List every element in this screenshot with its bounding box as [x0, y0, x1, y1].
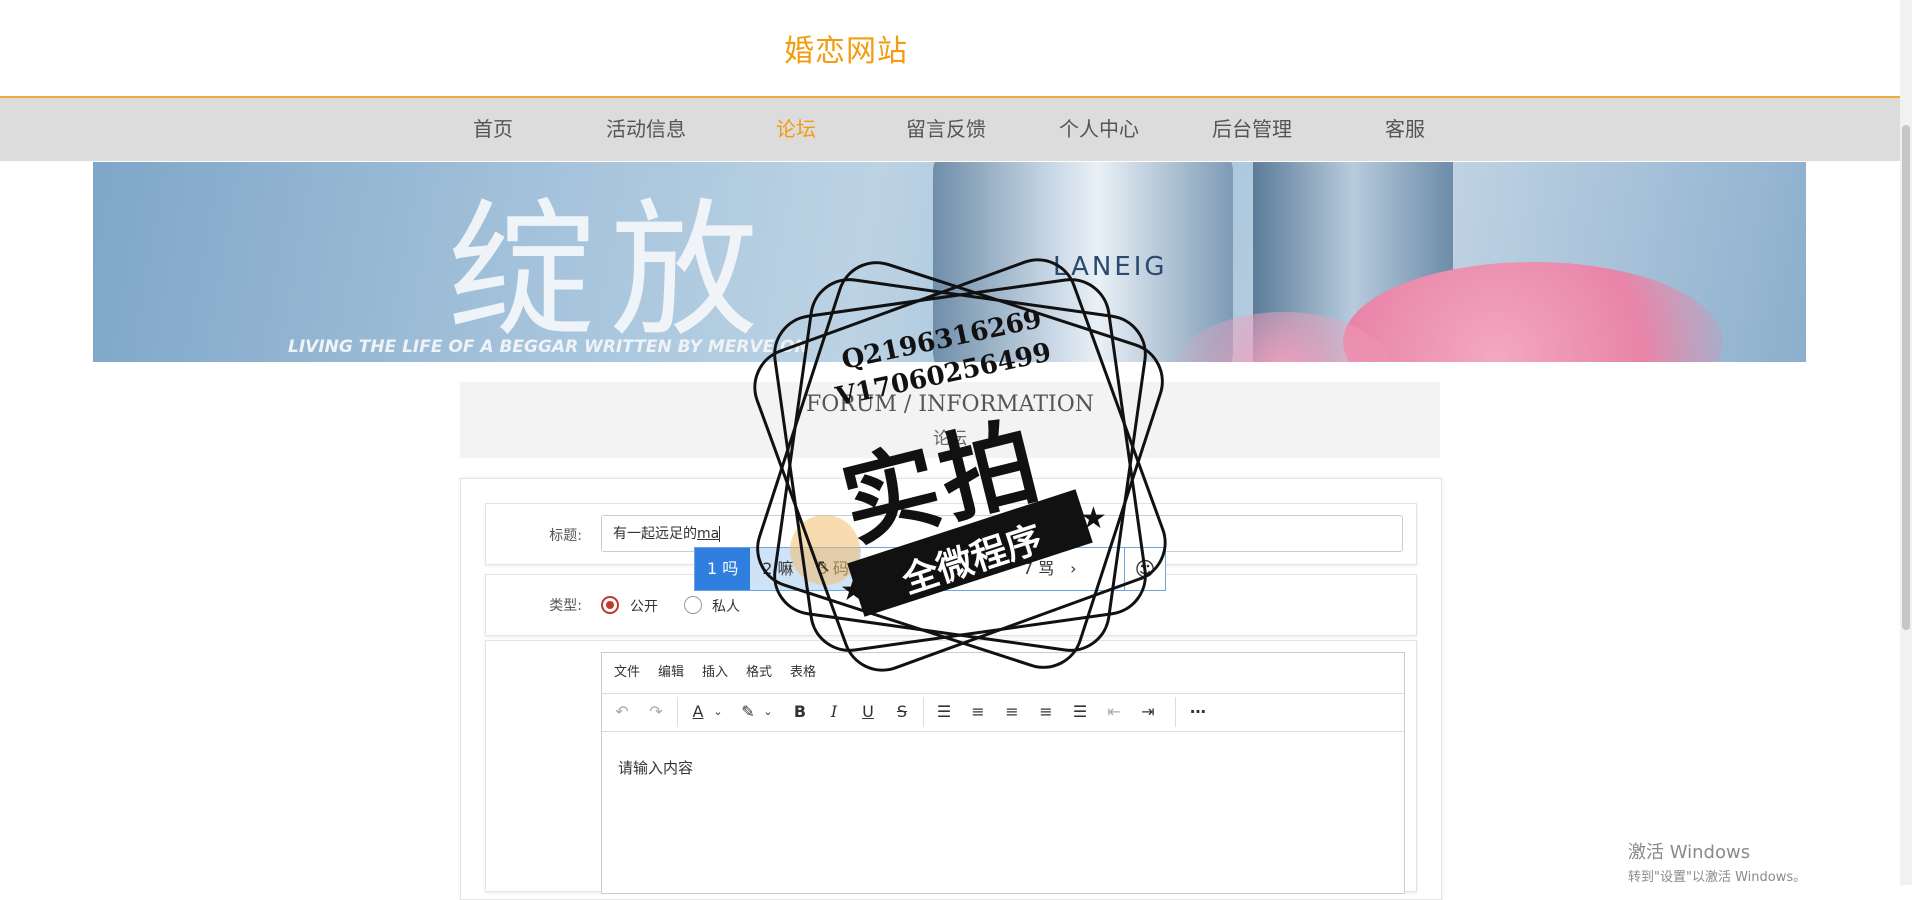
mouse-cursor-icon: ↖	[816, 556, 832, 577]
indent-icon[interactable]: ⇥	[1135, 693, 1161, 731]
banner-product-label: LANEIG	[1053, 252, 1168, 282]
radio-private[interactable]	[684, 596, 702, 614]
nav-item-activities[interactable]: 活动信息	[606, 98, 686, 161]
ime-candidate[interactable]: 7 骂	[1011, 548, 1066, 590]
radio-public[interactable]	[601, 596, 619, 614]
editor-toolbar: ↶ ↷ A ⌄ ✎ ⌄ B I U S ☰ ≡ ≡ ≡ ☰ ⇤ ⇥ ⋯	[602, 693, 1404, 732]
radio-public-label[interactable]: 公开	[630, 596, 658, 616]
underline-icon[interactable]: U	[855, 693, 881, 731]
site-title: 婚恋网站	[784, 34, 908, 69]
redo-icon[interactable]: ↷	[643, 693, 669, 731]
hero-banner: 绽放 LANEIG LIVING THE LIFE OF A BEGGAR WR…	[93, 162, 1806, 362]
section-header: FORUM / INFORMATION 论坛	[460, 382, 1440, 458]
ime-candidate-bar: 1 吗 2 嘛 3 码 7 骂 › ☺	[694, 547, 1166, 591]
windows-activation-watermark: 激活 Windows 转到"设置"以激活 Windows。	[1628, 838, 1806, 885]
menu-edit[interactable]: 编辑	[658, 653, 684, 693]
more-icon[interactable]: ⋯	[1185, 693, 1211, 731]
nav-item-support[interactable]: 客服	[1385, 98, 1425, 161]
type-label: 类型:	[549, 598, 582, 614]
emoji-icon[interactable]: ☺	[1124, 548, 1165, 590]
nav-item-profile[interactable]: 个人中心	[1059, 98, 1139, 161]
nav-item-feedback[interactable]: 留言反馈	[906, 98, 986, 161]
chevron-down-icon[interactable]: ⌄	[755, 693, 781, 731]
undo-icon[interactable]: ↶	[609, 693, 635, 731]
italic-icon[interactable]: I	[821, 693, 847, 731]
section-title-en: FORUM / INFORMATION	[806, 392, 1094, 417]
banner-headline: 绽放	[448, 185, 772, 357]
chevron-down-icon[interactable]: ⌄	[705, 693, 731, 731]
strikethrough-icon[interactable]: S	[889, 693, 915, 731]
outdent-icon[interactable]: ⇤	[1101, 693, 1127, 731]
title-label: 标题:	[549, 528, 582, 544]
title-input-committed-text: 有一起远足的	[613, 526, 697, 542]
text-caret	[719, 526, 721, 542]
scrollbar-thumb[interactable]	[1902, 125, 1910, 630]
banner-tagline: LIVING THE LIFE OF A BEGGAR WRITTEN BY M…	[288, 337, 809, 357]
align-center-icon[interactable]: ≡	[999, 693, 1025, 731]
toolbar-separator	[923, 697, 924, 727]
align-right-icon[interactable]: ≡	[1033, 693, 1059, 731]
nav-item-forum[interactable]: 论坛	[776, 98, 816, 161]
title-input-composing-text: ma	[697, 526, 720, 542]
activation-hint: 转到"设置"以激活 Windows。	[1628, 870, 1807, 885]
section-title-cn: 论坛	[933, 429, 967, 449]
toolbar-separator	[677, 697, 678, 727]
bold-icon[interactable]: B	[787, 693, 813, 731]
nav-item-home[interactable]: 首页	[473, 98, 513, 161]
editor-content[interactable]: 请输入内容	[618, 757, 693, 778]
ime-candidate[interactable]: 1 吗	[695, 548, 751, 590]
line-height-icon[interactable]: ☰	[931, 693, 957, 731]
rich-text-editor[interactable]: 文件 编辑 插入 格式 表格 ↶ ↷ A ⌄ ✎ ⌄ B I U S ☰ ≡ ≡…	[601, 652, 1405, 894]
radio-private-label[interactable]: 私人	[712, 596, 740, 616]
editor-menubar: 文件 编辑 插入 格式 表格	[602, 653, 1404, 694]
toolbar-separator	[1175, 697, 1176, 727]
menu-format[interactable]: 格式	[746, 653, 772, 693]
main-nav: 首页 活动信息 论坛 留言反馈 个人中心 后台管理 客服	[0, 98, 1900, 161]
menu-file[interactable]: 文件	[614, 653, 640, 693]
activation-title: 激活 Windows	[1628, 842, 1751, 863]
justify-icon[interactable]: ☰	[1067, 693, 1093, 731]
ime-next-page-icon[interactable]: ›	[1066, 548, 1080, 590]
align-left-icon[interactable]: ≡	[965, 693, 991, 731]
page-scrollbar[interactable]	[1900, 0, 1912, 885]
menu-insert[interactable]: 插入	[702, 653, 728, 693]
menu-table[interactable]: 表格	[790, 653, 816, 693]
nav-item-admin[interactable]: 后台管理	[1212, 98, 1292, 161]
